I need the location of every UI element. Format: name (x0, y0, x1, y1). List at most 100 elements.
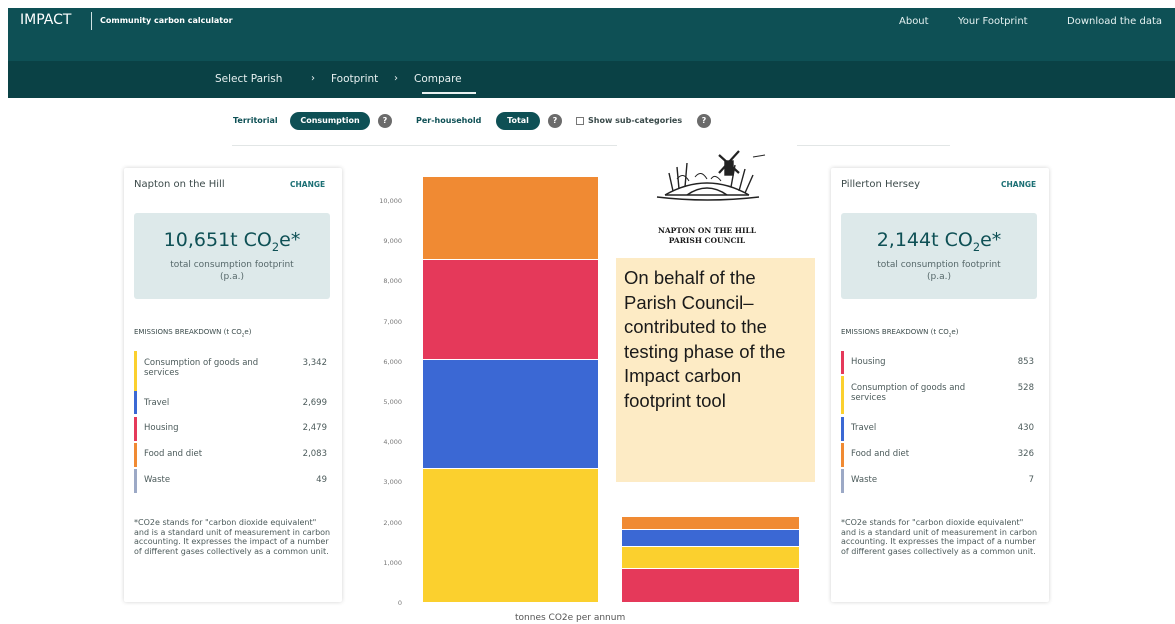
category-color-bar (841, 469, 844, 493)
breadcrumb-chevron-icon: › (311, 73, 315, 84)
category-color-bar (134, 469, 137, 493)
category-value: 430 (1017, 423, 1034, 433)
category-value: 2,083 (302, 449, 327, 459)
help-icon[interactable]: ? (378, 114, 392, 128)
nav-download-data-link[interactable]: Download the data (1067, 16, 1162, 27)
annotation-callout: On behalf of the Parish Council– contrib… (616, 258, 815, 482)
y-axis-tick-label: 3,000 (383, 478, 402, 487)
logo-title-line2: PARISH COUNCIL (668, 236, 746, 245)
change-parish-button[interactable]: CHANGE (290, 180, 325, 189)
y-axis-tick-label: 9,000 (383, 237, 402, 246)
breadcrumb-select-parish[interactable]: Select Parish (215, 73, 282, 85)
total-footprint-value: 10,651t CO2e* (163, 229, 301, 254)
left-parish-card: Napton on the Hill CHANGE 10,651t CO2e* … (124, 168, 342, 602)
x-axis-title: tonnes CO2e per annum (515, 613, 626, 623)
y-axis-tick-label: 8,000 (383, 277, 402, 286)
top-nav-bar: IMPACT Community carbon calculator About… (8, 8, 1175, 61)
breakdown-row: Food and diet 326 (841, 443, 1037, 467)
nav-about-link[interactable]: About (899, 16, 929, 27)
breadcrumb: Select Parish › Footprint › Compare (8, 61, 1175, 98)
breakdown-row: Waste 49 (134, 469, 330, 493)
co2e-footnote: *CO2e stands for "carbon dioxide equival… (841, 518, 1038, 556)
help-icon[interactable]: ? (697, 114, 711, 128)
category-label: Travel (144, 398, 170, 408)
y-axis-tick-label: 4,000 (383, 438, 402, 447)
y-axis-tick-label: 2,000 (383, 518, 402, 527)
breadcrumb-active-underline (422, 92, 476, 94)
right-parish-card: Pillerton Hersey CHANGE 2,144t CO2e* tot… (831, 168, 1049, 602)
y-axis-tick-label: 7,000 (383, 317, 402, 326)
breadcrumb-compare[interactable]: Compare (414, 73, 462, 85)
parish-council-logo: NAPTON ON THE HILL PARISH COUNCIL (617, 133, 797, 251)
total-footprint-box: 10,651t CO2e* total consumption footprin… (134, 213, 330, 299)
category-label: Food and diet (851, 449, 910, 459)
category-label: Consumption of goods and services (851, 383, 966, 403)
category-value: 2,479 (302, 423, 327, 433)
y-axis-tick-label: 6,000 (383, 357, 402, 366)
category-label: Housing (144, 423, 179, 433)
breakdown-row: Travel 2,699 (134, 391, 330, 414)
total-footprint-value: 2,144t CO2e* (876, 229, 1002, 254)
category-color-bar (841, 443, 844, 467)
bar-segment[interactable] (622, 547, 799, 568)
total-footprint-subtitle: total consumption footprint (p.a.) (877, 259, 1001, 282)
category-color-bar (841, 417, 844, 441)
category-value: 49 (316, 475, 327, 485)
bar-segment[interactable] (423, 260, 598, 360)
bar-segment[interactable] (423, 468, 598, 602)
help-icon[interactable]: ? (548, 114, 562, 128)
category-color-bar (841, 376, 844, 414)
category-color-bar (134, 443, 137, 467)
category-value: 3,342 (302, 358, 327, 368)
breakdown-row: Food and diet 2,083 (134, 443, 330, 467)
breakdown-row: Consumption of goods and services 3,342 (134, 351, 330, 391)
category-label: Waste (144, 475, 171, 485)
show-subcategories-checkbox[interactable] (576, 117, 584, 125)
y-axis-tick-label: 10,000 (379, 197, 402, 205)
co2e-footnote: *CO2e stands for "carbon dioxide equival… (134, 518, 331, 556)
breakdown-title: EMISSIONS BREAKDOWN (t CO2e) (841, 328, 959, 338)
controls-divider (232, 145, 950, 146)
breadcrumb-chevron-icon: › (394, 73, 398, 84)
breakdown-row: Waste 7 (841, 469, 1037, 493)
brand-logo[interactable]: IMPACT (20, 12, 71, 28)
y-axis-tick-label: 1,000 (383, 558, 402, 567)
y-axis-tick-label: 0 (397, 599, 402, 607)
category-label: Housing (851, 357, 886, 367)
territorial-toggle[interactable]: Territorial (233, 116, 278, 125)
breakdown-row: Consumption of goods and services 528 (841, 376, 1037, 414)
breakdown-row: Housing 853 (841, 351, 1037, 374)
breadcrumb-footprint[interactable]: Footprint (331, 73, 378, 85)
nav-your-footprint-link[interactable]: Your Footprint (958, 16, 1028, 27)
total-footprint-subtitle: total consumption footprint (p.a.) (170, 259, 294, 282)
bar-segment[interactable] (622, 517, 799, 530)
total-footprint-box: 2,144t CO2e* total consumption footprint… (841, 213, 1037, 299)
per-household-toggle[interactable]: Per-household (416, 116, 481, 125)
brand-subtitle: Community carbon calculator (100, 16, 233, 25)
category-color-bar (841, 351, 844, 374)
brand-divider (91, 12, 92, 30)
bar-segment[interactable] (622, 530, 799, 547)
category-value: 528 (1017, 383, 1034, 393)
category-value: 2,699 (302, 398, 327, 408)
category-color-bar (134, 391, 137, 414)
breakdown-title: EMISSIONS BREAKDOWN (t CO2e) (134, 328, 252, 338)
bar-segment[interactable] (423, 176, 598, 260)
consumption-toggle[interactable]: Consumption (290, 112, 370, 130)
category-label: Food and diet (144, 449, 203, 459)
breakdown-row: Travel 430 (841, 417, 1037, 441)
category-value: 7 (1028, 475, 1034, 485)
logo-title-line1: NAPTON ON THE HILL (657, 226, 757, 235)
category-value: 326 (1017, 449, 1034, 459)
show-subcategories-label[interactable]: Show sub-categories (588, 116, 682, 125)
bar-segment[interactable] (423, 360, 598, 468)
parish-name: Napton on the Hill (134, 179, 225, 190)
category-label: Travel (851, 423, 877, 433)
bar-segment[interactable] (622, 568, 799, 602)
breakdown-row: Housing 2,479 (134, 417, 330, 441)
total-toggle[interactable]: Total (496, 112, 540, 130)
change-parish-button[interactable]: CHANGE (1001, 180, 1036, 189)
category-color-bar (134, 351, 137, 391)
category-value: 853 (1017, 357, 1034, 367)
y-axis-tick-label: 5,000 (383, 398, 402, 406)
